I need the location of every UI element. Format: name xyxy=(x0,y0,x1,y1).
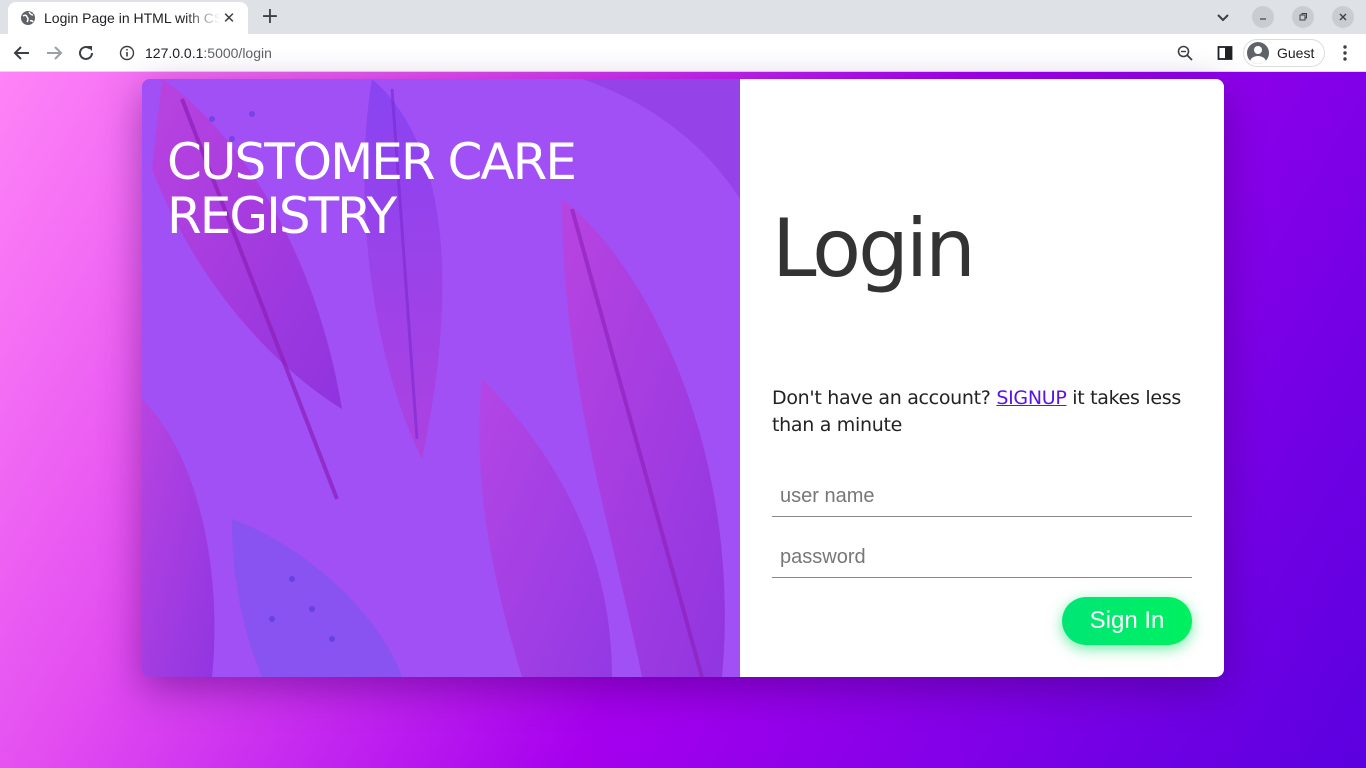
more-menu-icon[interactable] xyxy=(1334,42,1356,64)
minimize-icon[interactable] xyxy=(1252,6,1274,28)
url-host: 127.0.0.1 xyxy=(145,45,204,61)
login-form-panel: Login Don't have an account? SIGNUP it t… xyxy=(740,79,1224,677)
brand-panel: CUSTOMER CARE REGISTRY xyxy=(142,79,740,677)
side-panel-icon[interactable] xyxy=(1214,42,1236,64)
browser-tab[interactable]: Login Page in HTML with CSS ✕ xyxy=(8,2,248,34)
login-heading: Login xyxy=(772,202,976,295)
url-path: :5000/login xyxy=(203,45,272,61)
close-icon[interactable]: ✕ xyxy=(220,9,238,27)
page-viewport: CUSTOMER CARE REGISTRY Login Don't have … xyxy=(0,72,1366,768)
globe-icon xyxy=(20,10,36,26)
back-icon[interactable] xyxy=(10,41,34,65)
address-bar[interactable]: 127.0.0.1:5000/login xyxy=(108,38,1212,68)
sign-in-button[interactable]: Sign In xyxy=(1062,597,1192,645)
signup-prompt: Don't have an account? SIGNUP it takes l… xyxy=(772,385,1192,439)
login-card: CUSTOMER CARE REGISTRY Login Don't have … xyxy=(142,79,1224,677)
profile-button[interactable]: Guest xyxy=(1243,39,1325,67)
tab-title: Login Page in HTML with CSS xyxy=(44,10,220,26)
url-text: 127.0.0.1:5000/login xyxy=(145,45,272,61)
profile-name: Guest xyxy=(1277,45,1315,61)
avatar-icon xyxy=(1247,42,1269,64)
chevron-down-icon[interactable] xyxy=(1212,6,1234,28)
signup-link[interactable]: SIGNUP xyxy=(996,387,1066,409)
restore-icon[interactable] xyxy=(1292,6,1314,28)
brand-title: CUSTOMER CARE REGISTRY xyxy=(167,133,577,245)
info-icon[interactable] xyxy=(118,44,136,62)
browser-toolbar: 127.0.0.1:5000/login Guest xyxy=(0,34,1366,72)
zoom-icon[interactable] xyxy=(1174,42,1196,64)
signup-prompt-text: Don't have an account? xyxy=(772,387,991,409)
close-window-icon[interactable] xyxy=(1332,6,1354,28)
username-input[interactable] xyxy=(772,477,1192,517)
browser-tab-bar: Login Page in HTML with CSS ✕ + xyxy=(0,0,1366,34)
forward-icon[interactable] xyxy=(42,41,66,65)
password-input[interactable] xyxy=(772,538,1192,578)
plus-icon[interactable]: + xyxy=(258,5,282,29)
reload-icon[interactable] xyxy=(74,41,98,65)
